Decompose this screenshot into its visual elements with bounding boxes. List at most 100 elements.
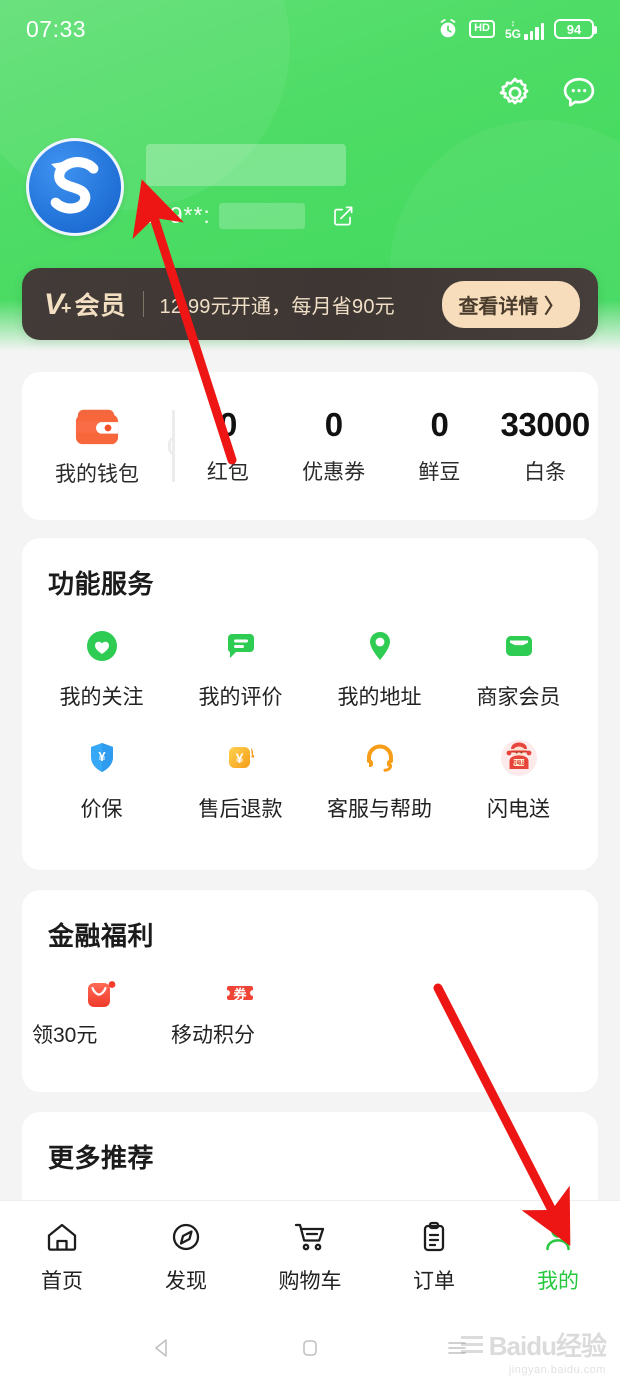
gear-icon[interactable]	[496, 74, 534, 112]
hd-icon: HD	[469, 20, 495, 38]
stat-label: 鲜豆	[418, 461, 461, 484]
stat-value: 0	[218, 406, 237, 443]
stat-label: 红包	[206, 461, 249, 484]
badge-dot	[108, 981, 115, 988]
red-envelope-icon	[32, 973, 171, 1019]
stat-label: 优惠券	[302, 461, 366, 484]
heart-icon	[80, 623, 124, 669]
member-banner[interactable]: V + 会员 12.99元开通，每月省90元 查看详情 〉	[22, 268, 598, 340]
stat-value: 0	[430, 406, 449, 443]
edit-icon[interactable]	[331, 204, 355, 228]
back-triangle-icon[interactable]	[150, 1335, 176, 1361]
finance-empty-slot-1	[310, 973, 449, 1049]
nav-label: 订单	[413, 1269, 455, 1293]
phone-mask-block	[218, 202, 305, 229]
services-grid: 我的关注 我的评价 我的地址 商家会员 ¥ 价保 ¥ 售后退款 客服与帮助 闪电…	[22, 601, 598, 847]
service-item-flash-delivery[interactable]: 闪电送 闪电送	[449, 735, 588, 823]
service-label: 我的评价	[198, 686, 283, 709]
finance-label: 移动积分	[171, 1024, 255, 1047]
cart-icon	[290, 1217, 330, 1257]
nav-item-cart[interactable]: 购物车	[248, 1217, 372, 1295]
service-label: 我的关注	[59, 686, 144, 709]
view-details-button[interactable]: 查看详情 〉	[442, 280, 580, 328]
finance-item-claim-30[interactable]: 领30元	[32, 973, 171, 1049]
status-bar: 07:33 HD ↕ 5G 94	[0, 0, 620, 58]
stat-baitiao[interactable]: 33000 白条	[492, 406, 598, 486]
avatar-logo-icon	[50, 157, 99, 214]
status-bar-time: 07:33	[26, 15, 87, 42]
compass-icon	[167, 1217, 205, 1257]
service-item-my-follows[interactable]: 我的关注	[32, 623, 171, 711]
wallet-card: 我的钱包 0 红包 0 优惠券 0 鲜豆 33000 白条	[22, 372, 598, 520]
nav-item-mine[interactable]: 我的	[496, 1217, 620, 1295]
finance-label: 领30元	[32, 1024, 98, 1047]
phone-masked: 1*9**:	[146, 202, 211, 228]
refund-icon: ¥	[219, 735, 263, 781]
header-actions	[496, 74, 598, 112]
recents-icon[interactable]	[444, 1335, 470, 1361]
vplus-logo: V + 会员	[44, 286, 127, 322]
stat-hongbao[interactable]: 0 红包	[175, 406, 281, 486]
phone-screen: 07:33 HD ↕ 5G 94 1*9**: V + 会员 12.99元开通，…	[0, 0, 620, 1386]
clipboard-icon	[415, 1217, 453, 1257]
nav-label: 发现	[165, 1269, 207, 1293]
finance-title: 金融福利	[48, 921, 155, 951]
svg-text:券: 券	[232, 987, 247, 1002]
nav-label: 我的	[537, 1269, 579, 1293]
finance-card: 金融福利 领30元 券 移动积分	[22, 890, 598, 1092]
battery-level: 94	[566, 21, 582, 37]
wallet-label: 我的钱包	[55, 463, 139, 486]
chat-bubble-icon[interactable]	[560, 74, 598, 112]
service-item-refund[interactable]: ¥ 售后退款	[171, 735, 310, 823]
my-wallet-entry[interactable]: 我的钱包	[22, 404, 172, 488]
wallet-icon	[75, 409, 119, 445]
stat-value: 33000	[500, 406, 590, 443]
comment-icon	[219, 623, 263, 669]
home-icon	[43, 1217, 81, 1257]
service-label: 我的地址	[337, 686, 422, 709]
service-label: 客服与帮助	[327, 798, 432, 821]
price-shield-icon: ¥	[80, 735, 124, 781]
banner-divider	[142, 291, 144, 317]
services-card: 功能服务 我的关注 我的评价 我的地址 商家会员 ¥ 价保 ¥ 售后退款 客服与…	[22, 538, 598, 870]
svg-text:¥: ¥	[98, 749, 106, 764]
nav-item-orders[interactable]: 订单	[372, 1217, 496, 1295]
member-description: 12.99元开通，每月省90元	[159, 295, 395, 318]
android-navigation-bar	[0, 1310, 620, 1386]
status-bar-icons: HD ↕ 5G 94	[437, 18, 597, 41]
service-item-my-address[interactable]: 我的地址	[310, 623, 449, 711]
stat-xiandou[interactable]: 0 鲜豆	[387, 406, 493, 486]
phone-row: 1*9**:	[146, 202, 355, 229]
service-label: 价保	[80, 798, 123, 821]
membership-card-icon	[497, 623, 541, 669]
vplus-cn: 会员	[74, 292, 127, 320]
battery-icon: 94	[554, 19, 597, 39]
more-title: 更多推荐	[48, 1143, 155, 1173]
nav-label: 首页	[41, 1269, 83, 1293]
alarm-icon	[440, 18, 456, 38]
finance-item-mobile-points[interactable]: 券 移动积分	[171, 973, 310, 1049]
vplus-plus: +	[61, 298, 72, 318]
location-pin-icon	[358, 623, 402, 669]
signal-icon	[524, 22, 544, 40]
network-type-label: 5G	[504, 26, 521, 41]
avatar[interactable]	[26, 138, 124, 236]
coupon-icon: 券	[171, 973, 310, 1019]
bottom-navigation: 首页 发现 购物车 订单 我的	[0, 1200, 620, 1310]
nav-item-discover[interactable]: 发现	[124, 1217, 248, 1295]
stat-value: 0	[324, 406, 343, 443]
svg-text:¥: ¥	[235, 750, 243, 766]
service-item-my-reviews[interactable]: 我的评价	[171, 623, 310, 711]
nav-label: 购物车	[278, 1269, 342, 1293]
nav-item-home[interactable]: 首页	[0, 1217, 124, 1295]
service-item-price-protection[interactable]: ¥ 价保	[32, 735, 171, 823]
flash-delivery-icon: 闪电送	[496, 735, 542, 781]
home-square-icon[interactable]	[297, 1335, 323, 1361]
service-item-merchant-membership[interactable]: 商家会员	[449, 623, 588, 711]
finance-grid: 领30元 券 移动积分	[22, 953, 598, 1049]
headset-icon	[358, 735, 402, 781]
service-item-customer-service[interactable]: 客服与帮助	[310, 735, 449, 823]
stat-youhuiquan[interactable]: 0 优惠券	[281, 406, 387, 486]
wallet-stats: 0 红包 0 优惠券 0 鲜豆 33000 白条	[175, 406, 598, 486]
finance-empty-slot-2	[449, 973, 588, 1049]
